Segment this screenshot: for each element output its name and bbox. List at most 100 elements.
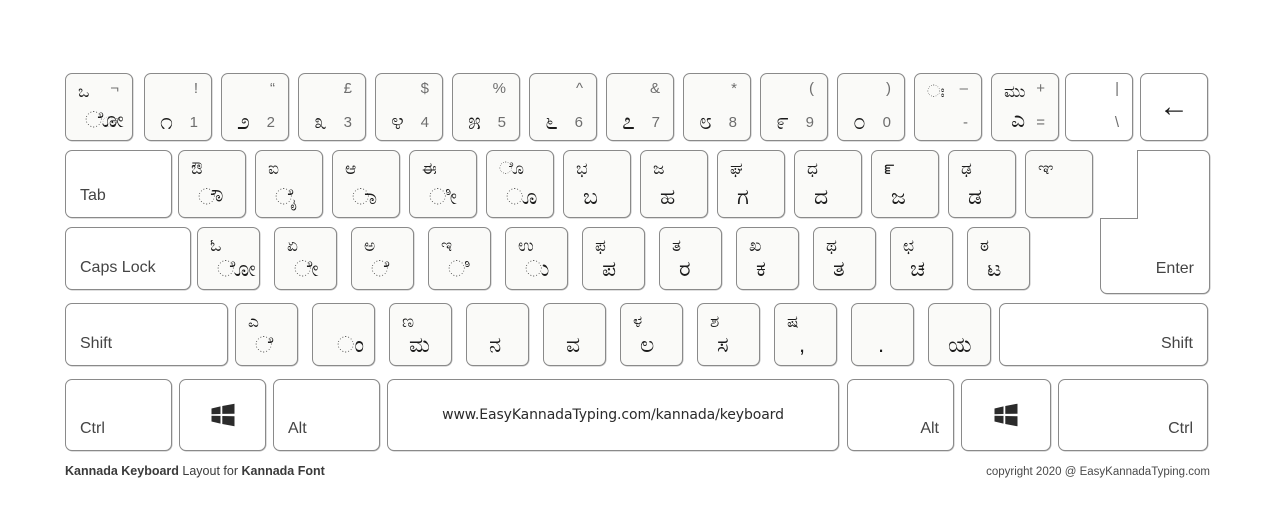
key-n[interactable]: ಳ ಲ [620, 303, 683, 366]
key-backslash-base-symbol: \ [1114, 114, 1119, 131]
key-ctrl-left[interactable]: Ctrl [65, 379, 172, 451]
key-backslash[interactable]: | \ [1065, 73, 1133, 141]
key-l-base-glyph: ತ [833, 256, 845, 281]
key-backspace[interactable]: ← [1140, 73, 1208, 141]
key-o-shift-glyph: ಧ [807, 159, 818, 178]
key-shift-left[interactable]: Shift [65, 303, 228, 366]
key-v-base-glyph: ನ [489, 332, 502, 357]
key-d[interactable]: ಅ ೆ [351, 227, 414, 290]
key-3-shift-symbol: £ [343, 80, 352, 97]
key-r[interactable]: ಈ ೀ [409, 150, 477, 218]
key-8-digit: 8 [728, 114, 737, 131]
key-2[interactable]: “ ೨ 2 [221, 73, 289, 141]
key-h-shift-glyph: ಫ [595, 236, 606, 255]
key-a[interactable]: ಓ ೋ [197, 227, 260, 290]
key-v[interactable]: ನ [466, 303, 529, 366]
key-9[interactable]: ( ೯ 9 [760, 73, 828, 141]
key-x[interactable]: ಂ [312, 303, 375, 366]
key-enter-cover2 [1100, 150, 1137, 218]
key-alt-left[interactable]: Alt [273, 379, 380, 451]
key-z[interactable]: ಎ ೆ [235, 303, 298, 366]
key-n-base-glyph: ಲ [640, 332, 655, 357]
key-b[interactable]: ವ [543, 303, 606, 366]
key-slash[interactable]: ಯ [928, 303, 991, 366]
key-4-kannada-digit: ೪ [391, 108, 404, 134]
key-4[interactable]: $ ೪ 4 [375, 73, 443, 141]
key-m[interactable]: ಶ ಸ [697, 303, 760, 366]
key-y[interactable]: ಭ ಬ [563, 150, 631, 218]
key-w[interactable]: ಐ ೈ [255, 150, 323, 218]
key-space[interactable]: www.EasyKannadaTyping.com/kannada/keyboa… [387, 379, 839, 451]
key-minus[interactable]: ಃ – - [914, 73, 982, 141]
key-1[interactable]: ! ೧ 1 [144, 73, 212, 141]
key-p[interactable]: ೝ ಜ [871, 150, 939, 218]
key-r-base-glyph: ೀ [429, 184, 457, 209]
key-bracketright[interactable]: ಞ [1025, 150, 1093, 218]
key-g[interactable]: ಉ ು [505, 227, 568, 290]
key-comma[interactable]: ಷ , [774, 303, 837, 366]
key-6-digit: 6 [574, 114, 583, 131]
key-backquote-base-symbol: ್ [102, 114, 119, 131]
key-6-shift-symbol: ^ [575, 80, 583, 97]
key-8[interactable]: * ೮ 8 [683, 73, 751, 141]
key-win-right[interactable] [961, 379, 1051, 451]
key-l[interactable]: ಥ ತ [813, 227, 876, 290]
key-j-base-glyph: ರ [679, 256, 691, 281]
key-shift-right[interactable]: Shift [999, 303, 1208, 366]
key-i-shift-glyph: ಘ [730, 159, 743, 178]
key-c[interactable]: ಣ ಮ [389, 303, 452, 366]
key-minus-shift-symbol: – [959, 80, 968, 97]
key-capslock-label: Caps Lock [80, 259, 156, 276]
key-m-shift-glyph: ಶ [710, 312, 720, 331]
key-comma-shift-glyph: ಷ [787, 312, 799, 331]
key-backquote[interactable]: ಒ ¬ ೋ ್ [65, 73, 133, 141]
key-1-digit: 1 [189, 114, 198, 131]
key-minus-base-symbol: - [963, 114, 968, 131]
key-capslock[interactable]: Caps Lock [65, 227, 191, 290]
key-7[interactable]: & ೭ 7 [606, 73, 674, 141]
footer-copyright: copyright 2020 @ EasyKannadaTyping.com [986, 466, 1210, 478]
key-equal[interactable]: ಮು + ಎ = [991, 73, 1059, 141]
key-z-shift-glyph: ಎ [248, 312, 259, 331]
key-e-shift-glyph: ಆ [345, 159, 357, 178]
key-0[interactable]: ) ೦ 0 [837, 73, 905, 141]
key-enter-edge [1137, 150, 1138, 219]
key-3-digit: 3 [343, 114, 352, 131]
key-k-base-glyph: ಕ [756, 256, 766, 281]
key-t-shift-glyph: ೊ [499, 159, 524, 178]
key-h[interactable]: ಫ ಪ [582, 227, 645, 290]
key-enter[interactable]: Enter [1100, 150, 1210, 294]
key-tab[interactable]: Tab [65, 150, 172, 218]
key-win-left[interactable] [179, 379, 266, 451]
key-f[interactable]: ಇ ಿ [428, 227, 491, 290]
key-k[interactable]: ಖ ಕ [736, 227, 799, 290]
key-quote-base-glyph: ಟ [987, 256, 1002, 281]
key-alt-right-label: Alt [920, 420, 939, 437]
key-t[interactable]: ೊ ೂ [486, 150, 554, 218]
key-5[interactable]: % ೫ 5 [452, 73, 520, 141]
key-i[interactable]: ಘ ಗ [717, 150, 785, 218]
key-period[interactable]: . [851, 303, 914, 366]
key-u-shift-glyph: ಜ [653, 159, 665, 178]
key-alt-right[interactable]: Alt [847, 379, 954, 451]
key-semicolon[interactable]: ಛ ಚ [890, 227, 953, 290]
key-q[interactable]: ಔ ೌ [178, 150, 246, 218]
key-s[interactable]: ಏ ೇ [274, 227, 337, 290]
key-4-shift-symbol: $ [420, 80, 429, 97]
key-o[interactable]: ಧ ದ [794, 150, 862, 218]
key-u[interactable]: ಜ ಹ [640, 150, 708, 218]
key-quote[interactable]: ಠ ಟ [967, 227, 1030, 290]
key-e[interactable]: ಆ ಾ [332, 150, 400, 218]
key-minus-shift-glyph: ಃ [927, 82, 945, 101]
key-3[interactable]: £ ೩ 3 [298, 73, 366, 141]
key-q-shift-glyph: ಔ [191, 159, 203, 178]
key-enter-label: Enter [1155, 260, 1194, 277]
key-s-base-glyph: ೇ [294, 256, 319, 281]
key-j[interactable]: ತ ರ [659, 227, 722, 290]
key-6[interactable]: ^ ೬ 6 [529, 73, 597, 141]
key-ctrl-right[interactable]: Ctrl [1058, 379, 1208, 451]
key-bracketleft[interactable]: ಢ ಡ [948, 150, 1016, 218]
key-slash-base-glyph: ಯ [948, 332, 972, 357]
key-tab-label: Tab [80, 187, 106, 204]
key-p-base-glyph: ಜ [891, 184, 906, 209]
